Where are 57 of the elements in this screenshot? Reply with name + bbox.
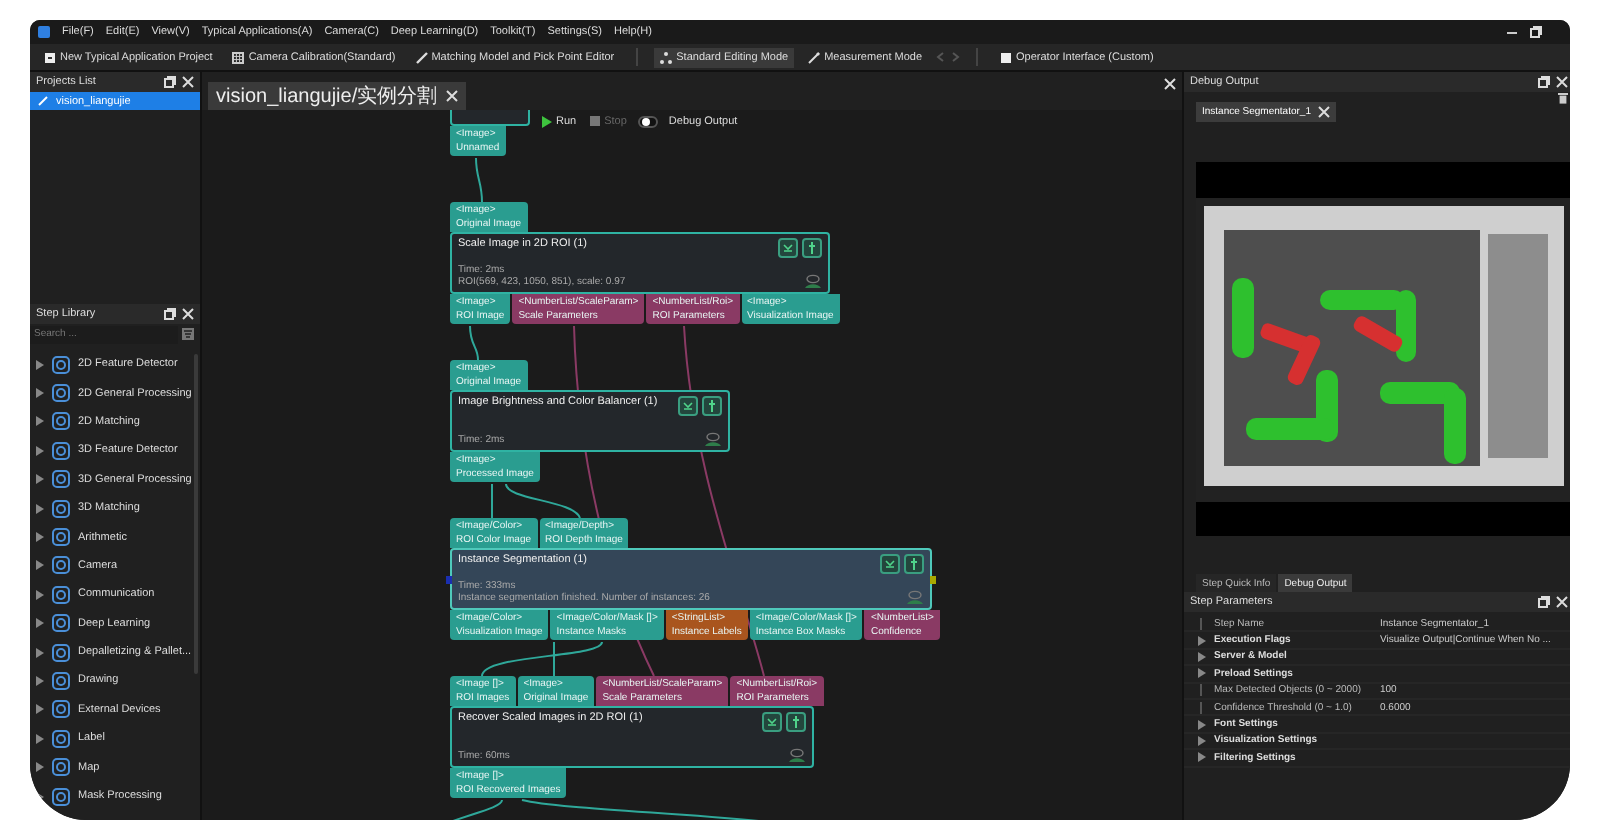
close-icon[interactable] <box>182 76 194 88</box>
category-icon <box>52 758 70 777</box>
category-icon <box>52 787 70 806</box>
document-icon <box>44 51 56 63</box>
caret-icon[interactable] <box>36 791 44 802</box>
category-icon <box>52 671 70 690</box>
category-icon <box>52 700 70 719</box>
connector-line <box>469 325 479 361</box>
close-icon[interactable] <box>182 308 194 320</box>
close-icon[interactable] <box>1556 76 1568 88</box>
category-icon <box>52 499 70 518</box>
filter-icon[interactable] <box>182 328 194 340</box>
input-handle-icon[interactable] <box>446 576 452 584</box>
category-icon <box>52 470 70 489</box>
window-icon <box>1000 51 1013 63</box>
category-icon <box>52 614 70 633</box>
app-logo-icon <box>38 26 50 38</box>
trash-icon[interactable] <box>1558 92 1568 104</box>
category-icon <box>52 585 70 604</box>
stop-icon <box>590 116 601 126</box>
restore-icon[interactable] <box>164 308 176 320</box>
output-handle-icon[interactable] <box>930 576 936 584</box>
collapse-icon[interactable] <box>778 238 798 258</box>
category-icon <box>52 441 70 460</box>
debug-toggle[interactable] <box>638 115 659 127</box>
pin-icon[interactable] <box>702 396 722 416</box>
grid-icon <box>232 51 245 63</box>
restore-icon[interactable] <box>164 76 176 88</box>
pin-icon[interactable] <box>786 712 806 732</box>
editor-tab[interactable]: vision_liangujie/实例分割 <box>208 82 466 110</box>
connector-line <box>491 483 493 519</box>
collapse-icon[interactable] <box>678 396 698 416</box>
close-icon[interactable] <box>1556 596 1568 608</box>
category-icon <box>52 729 70 748</box>
close-icon[interactable] <box>445 90 458 102</box>
category-icon <box>52 556 70 575</box>
play-icon <box>542 115 552 127</box>
pin-icon[interactable] <box>904 554 924 574</box>
nodes-icon <box>660 51 673 63</box>
pen-icon <box>38 96 48 106</box>
pin-icon[interactable] <box>802 238 822 258</box>
close-icon[interactable] <box>1164 78 1176 90</box>
category-icon <box>52 528 70 547</box>
collapse-icon[interactable] <box>762 712 782 732</box>
restore-icon[interactable] <box>1538 76 1550 88</box>
pen-icon <box>415 51 428 63</box>
restore-icon[interactable] <box>1530 26 1542 38</box>
close-icon[interactable] <box>1318 106 1331 118</box>
category-icon <box>52 412 70 431</box>
minimize-icon[interactable] <box>1506 26 1518 38</box>
connector-line <box>475 157 483 203</box>
category-icon <box>52 643 70 662</box>
category-icon <box>52 355 70 374</box>
restore-icon[interactable] <box>1538 596 1550 608</box>
collapse-icon[interactable] <box>880 554 900 574</box>
category-icon <box>52 384 70 403</box>
measure-icon <box>808 51 821 63</box>
